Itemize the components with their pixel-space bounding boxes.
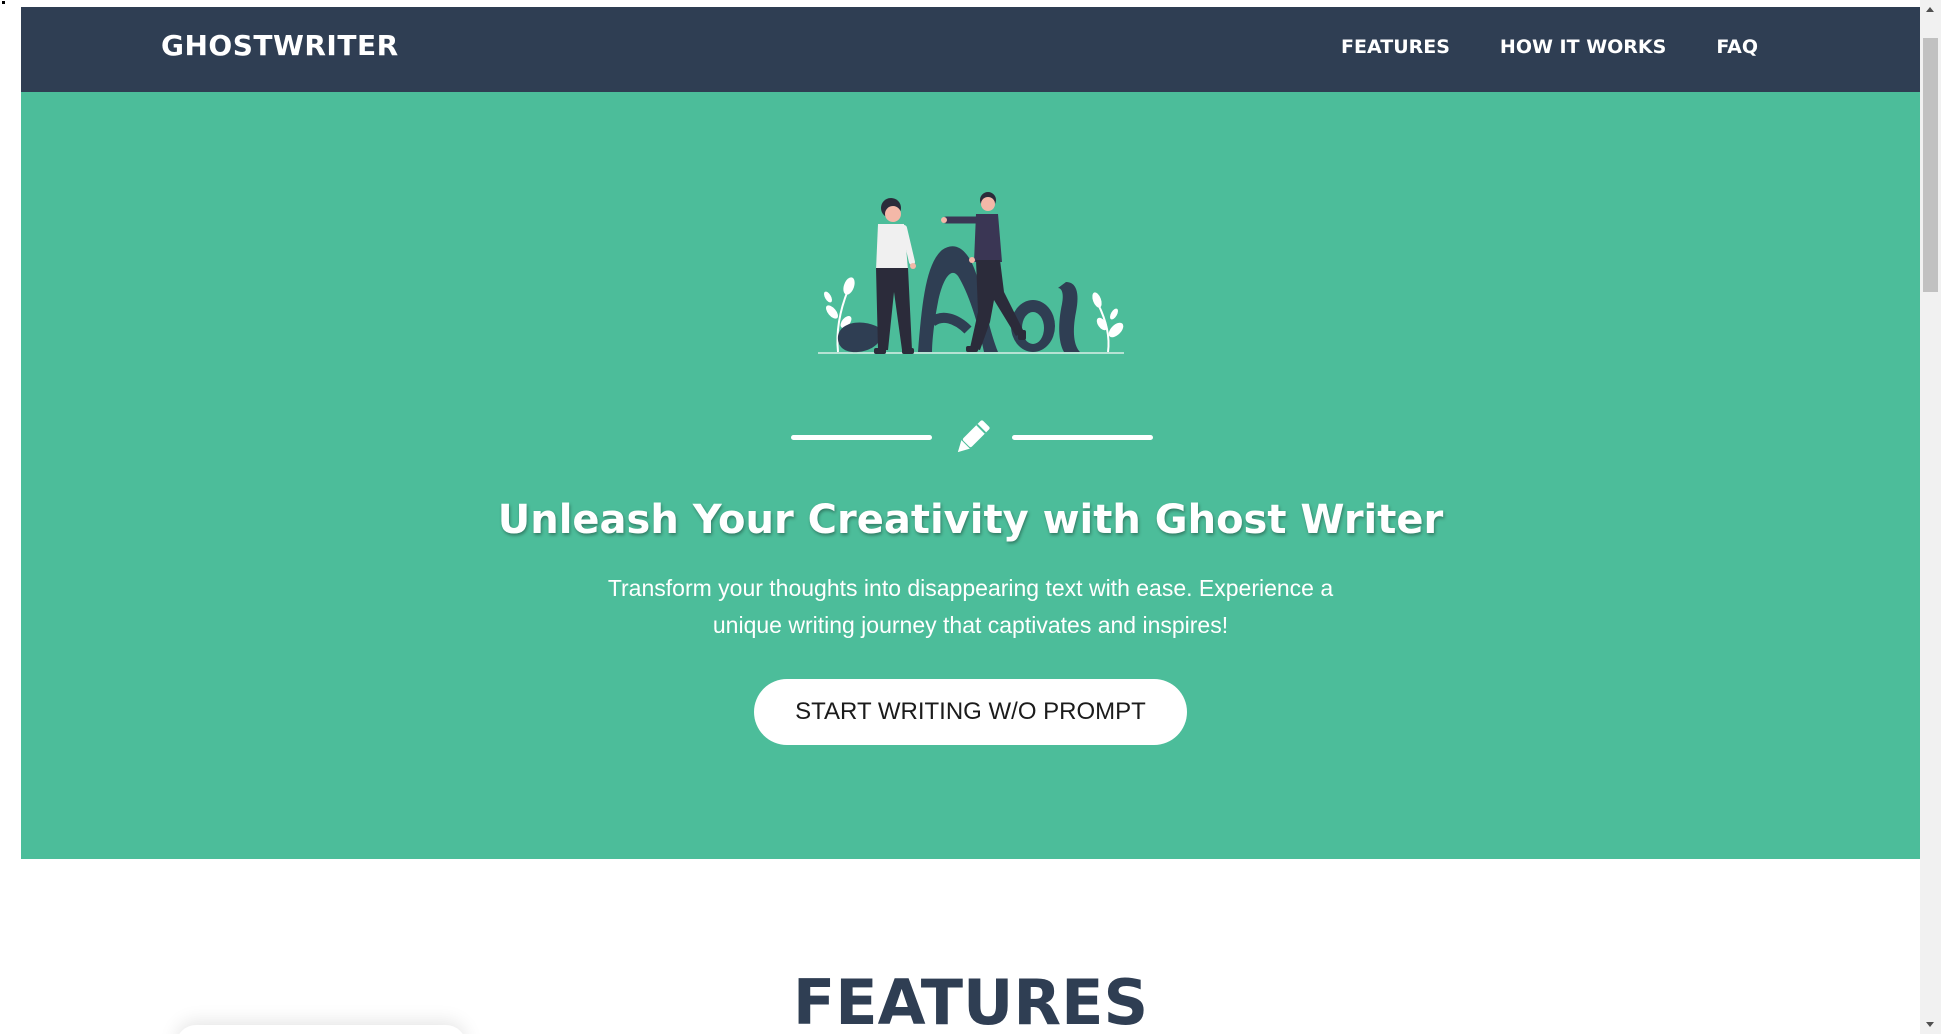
page: GHOSTWRITER FEATURES HOW IT WORKS FAQ Un…: [21, 7, 1920, 1034]
hero-headline: Unleash Your Creativity with Ghost Write…: [497, 497, 1444, 543]
navbar: GHOSTWRITER FEATURES HOW IT WORKS FAQ: [21, 7, 1920, 92]
scroll-up-arrow-icon[interactable]: [1926, 7, 1934, 12]
divider-line-right: [1012, 435, 1153, 440]
hero-section: Unleash Your Creativity with Ghost Write…: [21, 92, 1920, 859]
corner-dot: [2, 1, 5, 4]
nav-link-how-it-works[interactable]: HOW IT WORKS: [1500, 38, 1666, 57]
brand-logo[interactable]: GHOSTWRITER: [161, 32, 399, 60]
vertical-scrollbar[interactable]: [1920, 0, 1941, 1034]
nav-link-faq[interactable]: FAQ: [1716, 38, 1758, 57]
nav-links: FEATURES HOW IT WORKS FAQ: [1341, 38, 1758, 57]
nav-link-features[interactable]: FEATURES: [1341, 38, 1450, 57]
scrollbar-thumb[interactable]: [1923, 38, 1938, 292]
divider-line-left: [791, 435, 932, 440]
people-with-letters-illustration: [818, 192, 1124, 354]
feature-card: [176, 1025, 466, 1034]
start-writing-button[interactable]: START WRITING W/O PROMPT: [754, 679, 1187, 745]
scroll-down-arrow-icon[interactable]: [1926, 1022, 1934, 1027]
hero-divider: [791, 414, 1153, 462]
hero-subtext: Transform your thoughts into disappearin…: [607, 575, 1334, 638]
pencil-icon: [957, 420, 990, 453]
